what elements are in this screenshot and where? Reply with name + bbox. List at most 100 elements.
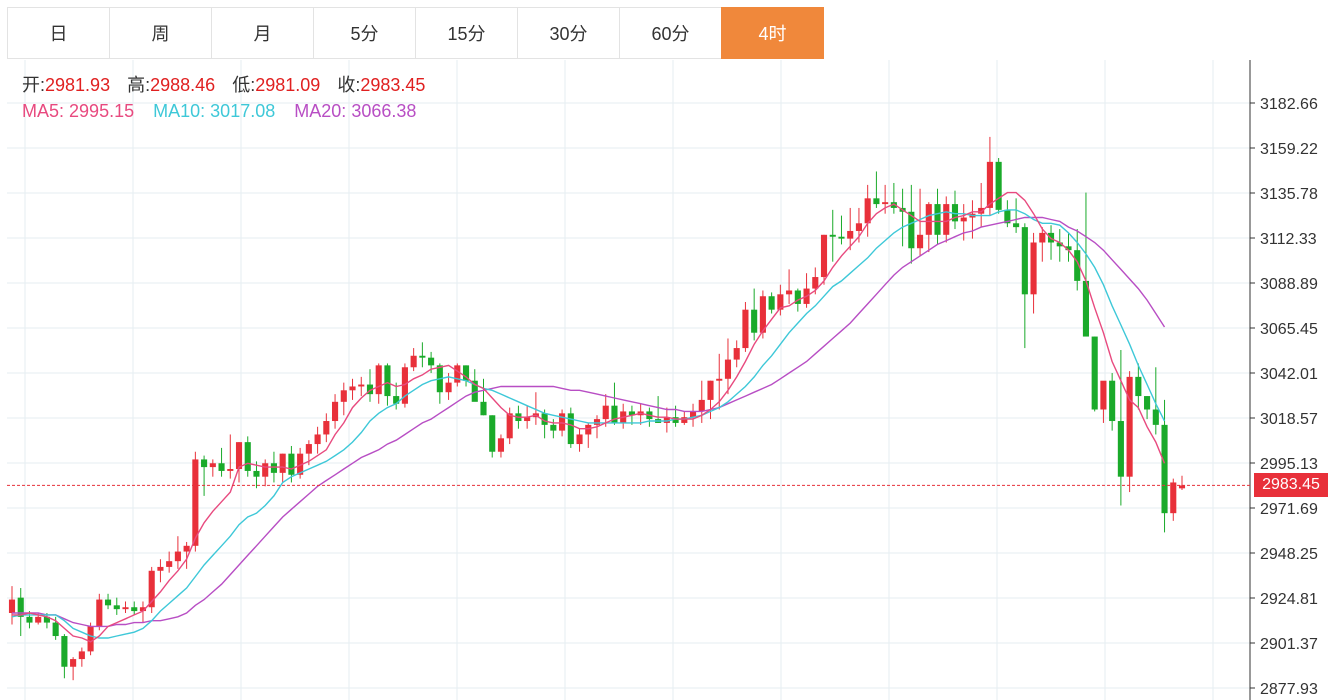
open-label: 开:	[22, 75, 46, 95]
candle-body	[917, 234, 924, 249]
candle	[332, 394, 339, 429]
candle	[646, 407, 653, 427]
candle-body	[419, 355, 426, 358]
candle-body	[751, 309, 758, 333]
candle-body	[70, 659, 77, 667]
ma20-value: 3066.38	[351, 101, 417, 121]
candle	[384, 363, 391, 406]
open-value: 2981.93	[45, 75, 111, 95]
candle-body	[986, 161, 993, 208]
ma5-value: 2995.15	[69, 101, 135, 121]
candle	[803, 273, 810, 308]
candle	[951, 190, 959, 230]
candle	[8, 586, 16, 625]
y-tick-label: 3159.22	[1260, 141, 1318, 158]
ma10-label: MA10:	[153, 101, 206, 121]
y-tick-label: 2924.81	[1260, 591, 1318, 608]
candle-body	[1013, 223, 1020, 228]
candle-body	[113, 605, 120, 610]
candle-body	[1117, 421, 1124, 477]
candle	[454, 363, 461, 387]
candle-body	[1091, 336, 1098, 410]
candle-body	[253, 470, 260, 477]
candle	[218, 447, 225, 477]
candle-body	[96, 599, 103, 627]
candle-body	[550, 424, 557, 431]
candle	[1013, 198, 1020, 233]
candle	[1091, 336, 1098, 412]
candle-body	[349, 386, 356, 391]
candle-body	[1030, 242, 1037, 295]
candle-body	[934, 204, 941, 235]
candle	[585, 422, 592, 448]
candle	[1065, 232, 1072, 262]
candle-body	[410, 355, 417, 368]
candle-body	[61, 636, 68, 667]
candle	[969, 200, 976, 239]
candle	[655, 396, 662, 423]
candle-body	[192, 459, 199, 546]
candle	[689, 403, 697, 427]
candle	[497, 434, 505, 458]
candle	[131, 601, 138, 615]
candle	[1004, 200, 1011, 228]
candle-body	[174, 551, 181, 562]
candle	[1178, 475, 1186, 490]
ma-row: MA5: 2995.15 MA10: 3017.08 MA20: 3066.38	[22, 98, 437, 124]
candle	[262, 459, 269, 487]
ma20-label: MA20:	[294, 101, 347, 121]
ma10-value: 3017.08	[210, 101, 276, 121]
candle-body	[559, 413, 566, 431]
candle	[1109, 373, 1116, 431]
candle-body	[314, 434, 321, 445]
candle-body	[323, 421, 330, 435]
ma5-line	[12, 191, 1166, 643]
y-tick-label: 2995.13	[1260, 456, 1318, 473]
close-value: 2983.45	[360, 75, 426, 95]
candle	[1144, 396, 1151, 420]
candle	[340, 382, 347, 416]
candle-body	[602, 405, 609, 420]
candle	[838, 215, 845, 245]
tab-7[interactable]: 4时	[721, 7, 824, 59]
candle	[375, 363, 382, 404]
high-value: 2988.46	[150, 75, 216, 95]
candle-body	[340, 390, 347, 402]
candle-body	[724, 359, 732, 379]
candle-body	[428, 357, 435, 366]
candle-body	[131, 607, 138, 612]
candle-body	[733, 348, 740, 360]
candle	[148, 566, 155, 613]
candle-body	[166, 561, 173, 567]
candle-body	[1126, 376, 1133, 477]
candle-body	[882, 202, 889, 205]
candle-body	[227, 469, 234, 471]
candle	[87, 622, 94, 656]
y-tick-label: 3088.89	[1260, 276, 1318, 293]
candle-body	[864, 198, 871, 224]
candle-body	[52, 622, 59, 637]
candle-body	[812, 277, 819, 289]
candle	[707, 380, 714, 420]
candle	[157, 559, 164, 583]
candle	[104, 593, 112, 610]
candle-body	[838, 236, 845, 239]
candle-body	[384, 365, 391, 397]
candle-body	[209, 463, 216, 468]
candle	[1056, 229, 1063, 262]
candle-body	[262, 463, 269, 477]
candle-body	[943, 204, 950, 235]
candle-body	[454, 365, 461, 383]
candle-body	[847, 230, 854, 239]
candle-body	[1144, 396, 1151, 410]
candle-body	[698, 399, 705, 412]
y-tick-label: 3018.57	[1260, 411, 1318, 428]
candle-body	[742, 309, 749, 349]
ma5-legend: MA5: 2995.15	[22, 101, 134, 121]
candle	[733, 340, 740, 368]
y-tick-label: 2877.93	[1260, 681, 1318, 698]
candles	[8, 136, 1186, 681]
y-tick-label: 3065.45	[1260, 321, 1318, 338]
candle-body	[995, 161, 1002, 210]
y-tick-label: 3112.33	[1260, 231, 1317, 248]
